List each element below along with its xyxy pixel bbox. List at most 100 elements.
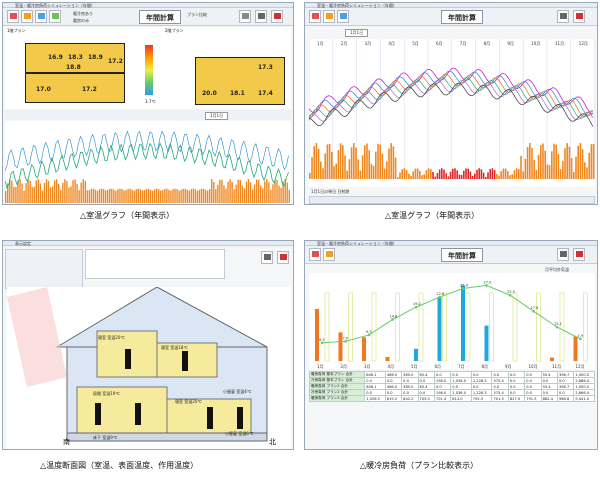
load-bar bbox=[200, 188, 203, 203]
load-bar bbox=[39, 183, 42, 203]
close-icon[interactable] bbox=[573, 10, 585, 23]
load-bar bbox=[458, 174, 461, 179]
load-bar bbox=[344, 155, 346, 179]
room-label-4: 小屋裏 室温4℃ bbox=[223, 389, 252, 394]
load-bar bbox=[74, 179, 76, 203]
load-bar bbox=[553, 143, 555, 179]
table-cell: 988.6 bbox=[556, 395, 575, 402]
load-bar bbox=[388, 148, 390, 179]
plan-compare-label[interactable]: プラン比較 bbox=[187, 12, 207, 18]
room-1f-lower: 17.0 17.2 bbox=[25, 73, 125, 103]
settings-box bbox=[5, 249, 83, 289]
load-bar bbox=[49, 187, 52, 203]
load-bar bbox=[47, 180, 50, 203]
load-bar bbox=[443, 169, 445, 179]
load-bar bbox=[320, 161, 322, 179]
load-bar bbox=[25, 183, 27, 203]
option-heat-only[interactable]: 暖房のみ bbox=[73, 18, 89, 24]
heat-bar bbox=[573, 336, 578, 361]
load-bar bbox=[60, 190, 62, 203]
room-temp-icon[interactable] bbox=[309, 248, 321, 261]
room-temp-icon[interactable] bbox=[7, 10, 19, 23]
load-bar bbox=[346, 170, 348, 179]
temp-point bbox=[508, 293, 512, 297]
load-bar bbox=[586, 167, 588, 179]
load-bar bbox=[419, 170, 421, 179]
load-icon[interactable] bbox=[323, 248, 335, 261]
load-bar bbox=[237, 179, 239, 203]
load-bar bbox=[174, 188, 176, 203]
date-field[interactable]: 1月1日 bbox=[345, 29, 369, 37]
annual-calc-button[interactable]: 年間計算 bbox=[139, 10, 181, 24]
load-bar bbox=[107, 189, 109, 203]
load-bar bbox=[522, 171, 524, 179]
temp-label: 12.1 bbox=[554, 322, 562, 326]
load-bar bbox=[109, 188, 111, 203]
plan-1f-label: 1階プラン bbox=[7, 28, 26, 33]
month-label: 7月 bbox=[458, 364, 465, 369]
temp-label: 14.8 bbox=[390, 315, 398, 319]
print-icon[interactable] bbox=[557, 10, 569, 23]
option-heat-cool[interactable]: 暖冷房あり bbox=[73, 11, 93, 17]
load-bar bbox=[58, 183, 60, 203]
close-icon[interactable] bbox=[573, 248, 585, 261]
heat-bar bbox=[315, 308, 319, 361]
load-bar bbox=[11, 180, 13, 203]
print-icon[interactable] bbox=[557, 248, 569, 261]
load-bar bbox=[249, 182, 252, 203]
load-icon[interactable] bbox=[323, 10, 335, 23]
load-bar bbox=[270, 189, 272, 203]
load-bar bbox=[342, 145, 344, 179]
toolbar: 暖冷房あり 暖房のみ 年間計算 プラン比較 bbox=[3, 8, 293, 26]
load-bar bbox=[37, 179, 40, 203]
load-bar bbox=[255, 179, 258, 203]
room-temp-icon[interactable] bbox=[309, 10, 321, 23]
load-bar bbox=[542, 143, 544, 179]
load-bar bbox=[13, 186, 15, 203]
load-bar bbox=[45, 179, 48, 203]
load-bar bbox=[498, 175, 500, 179]
load-bar bbox=[394, 157, 397, 179]
load-bar bbox=[496, 173, 498, 179]
load-bar bbox=[43, 182, 46, 203]
load-bar bbox=[278, 185, 280, 203]
load-bar bbox=[482, 172, 485, 179]
date-field[interactable]: 1月1日 bbox=[205, 112, 229, 120]
annual-calc-button[interactable]: 年間計算 bbox=[441, 10, 483, 24]
close-icon[interactable] bbox=[271, 10, 283, 23]
temp-label: 6.5 bbox=[319, 338, 325, 342]
temp-scale-bar bbox=[145, 45, 153, 95]
compare-icon[interactable] bbox=[49, 10, 61, 23]
annual-calc-button[interactable]: 年間計算 bbox=[441, 248, 483, 262]
load-bar bbox=[239, 179, 241, 203]
settings-icon[interactable] bbox=[239, 10, 251, 23]
load-icon[interactable] bbox=[21, 10, 33, 23]
load-bar bbox=[113, 189, 115, 203]
print-icon[interactable] bbox=[255, 10, 267, 23]
section-icon[interactable] bbox=[35, 10, 47, 23]
load-bar bbox=[235, 184, 237, 203]
load-bar bbox=[544, 150, 546, 179]
load-bar bbox=[78, 190, 80, 203]
caption-4: △暖冷房負荷（プラン比較表示） bbox=[360, 461, 479, 470]
load-bar bbox=[66, 180, 68, 203]
load-bar bbox=[438, 169, 441, 179]
load-bar bbox=[476, 169, 478, 179]
load-bar bbox=[123, 190, 125, 203]
load-bar bbox=[225, 188, 227, 203]
temp-point bbox=[579, 337, 582, 341]
load-bar bbox=[131, 189, 133, 203]
load-bar bbox=[64, 179, 66, 203]
temp-label: 22.8 bbox=[437, 292, 445, 296]
close-icon[interactable] bbox=[277, 251, 289, 264]
load-bar bbox=[53, 180, 56, 203]
section-icon[interactable] bbox=[337, 10, 349, 23]
print-icon[interactable] bbox=[261, 251, 273, 264]
load-bar bbox=[172, 189, 174, 203]
load-bar bbox=[211, 179, 213, 203]
load-bar bbox=[72, 180, 74, 203]
load-bar bbox=[92, 188, 95, 203]
load-bar bbox=[229, 179, 231, 203]
load-bar bbox=[231, 182, 233, 203]
footer-label: 1月1日の単日 日射熱 bbox=[311, 189, 350, 194]
